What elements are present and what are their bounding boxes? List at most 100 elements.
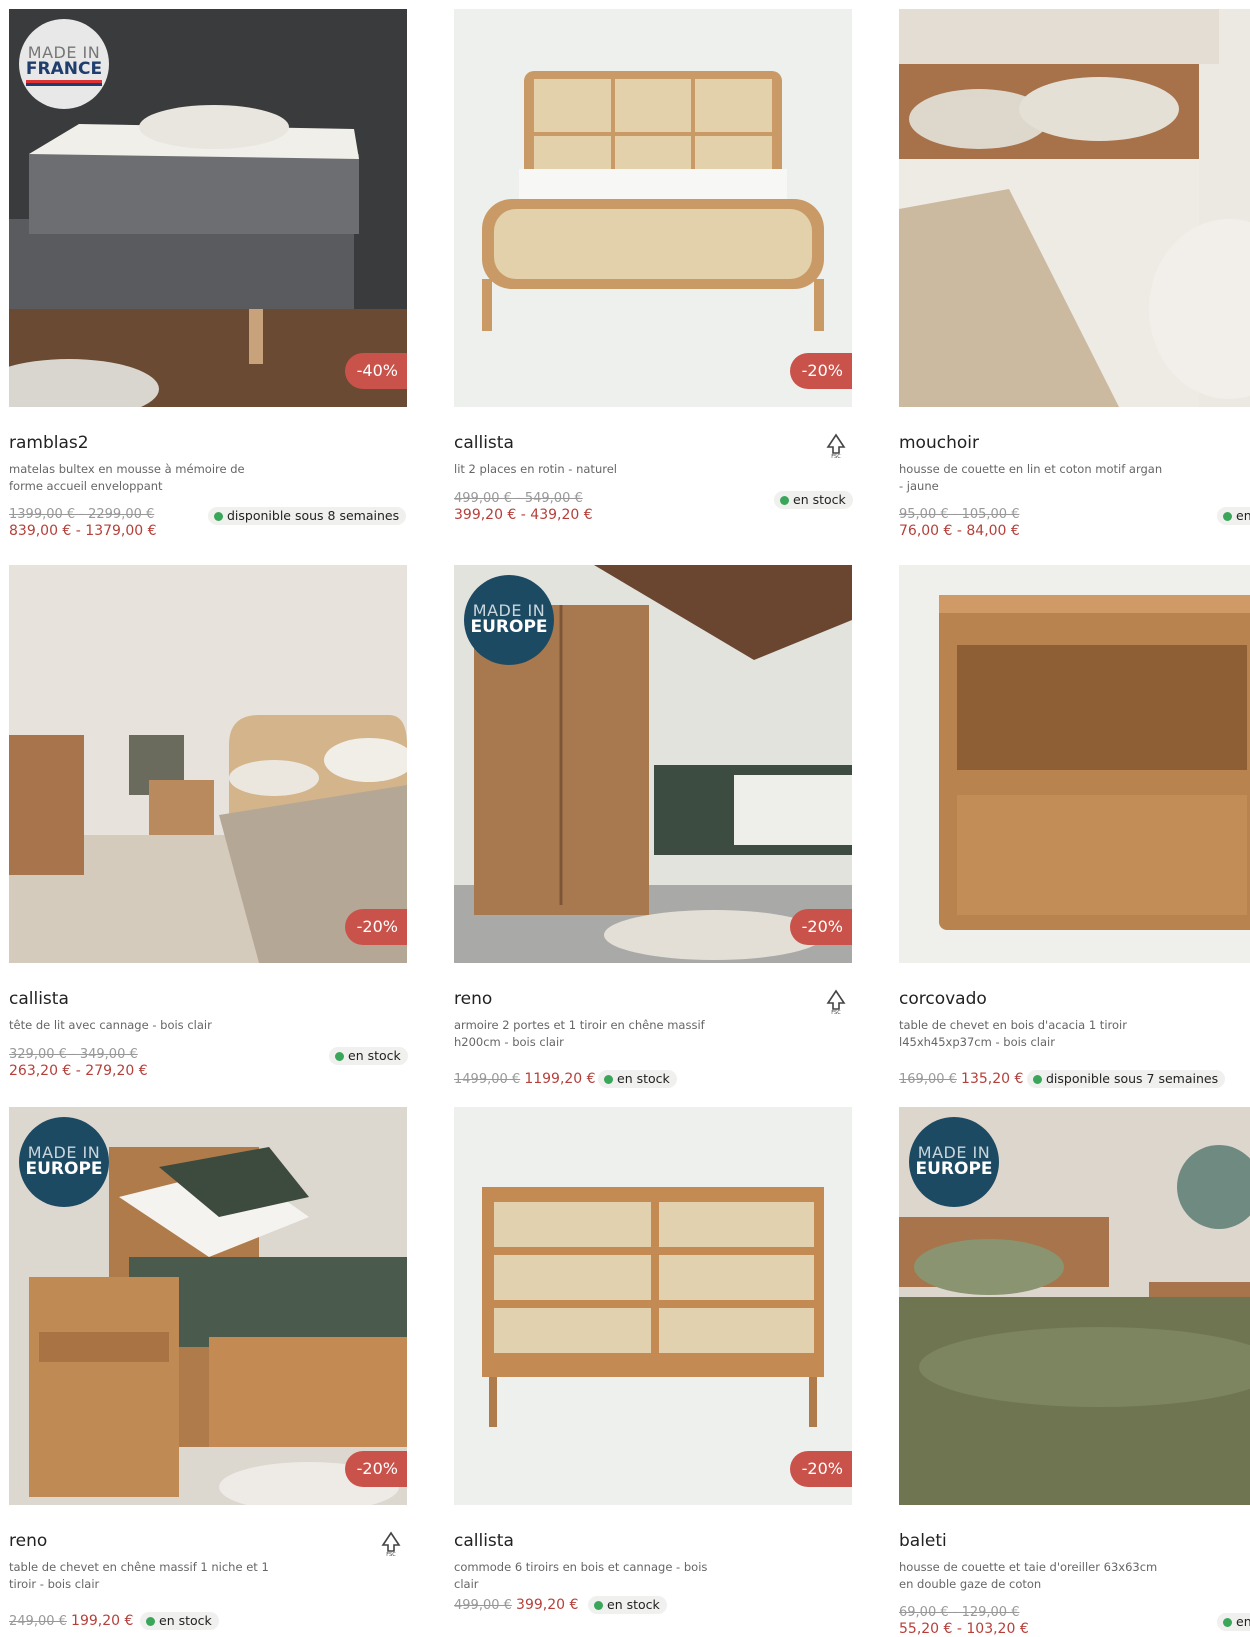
price-block: 69,00 € - 129,00 € 55,20 € - 103,20 € (899, 1605, 1029, 1637)
product-card[interactable]: corcovado table de chevet en bois d'acac… (899, 565, 1250, 1088)
product-name[interactable]: mouchoir (899, 433, 979, 453)
product-description: table de chevet en chêne massif 1 niche … (9, 1560, 269, 1591)
badge-country: EUROPE (915, 1159, 993, 1180)
old-price: 1499,00 € (454, 1072, 521, 1087)
price-block: 499,00 € - 549,00 € 399,20 € - 439,20 € (454, 491, 593, 523)
product-description: commode 6 tiroirs en bois et cannage - b… (454, 1560, 708, 1591)
rattan-bed-photo (454, 9, 852, 407)
made-in-europe-badge: MADE IN EUROPE (909, 1117, 999, 1207)
stock-dot-icon (1033, 1075, 1042, 1084)
badge-country: EUROPE (470, 617, 548, 638)
sale-price: 839,00 € - 1379,00 € (9, 523, 157, 539)
price-block: 329,00 € - 349,00 € 263,20 € - 279,20 € (9, 1047, 148, 1079)
old-price: 169,00 € (899, 1072, 957, 1087)
product-card[interactable]: MADE IN EUROPE baleti housse de couette … (899, 1107, 1250, 1637)
product-image[interactable]: MADE IN EUROPE (899, 1107, 1250, 1505)
price-block: 499,00 € 399,20 € (454, 1597, 578, 1614)
sale-price: 55,20 € - 103,20 € (899, 1621, 1029, 1637)
product-image[interactable] (899, 9, 1250, 407)
product-image[interactable]: -20% (9, 565, 407, 963)
badge-country: FRANCE (25, 61, 103, 84)
price-block: 249,00 € 199,20 € (9, 1613, 133, 1630)
product-name[interactable]: ramblas2 (9, 433, 89, 453)
product-card[interactable]: -20% callista commode 6 tiroirs en bois … (454, 1107, 852, 1614)
badge-country: EUROPE (25, 1159, 103, 1180)
availability-text: disponible sous 8 semaines (227, 508, 400, 523)
product-image[interactable]: MADE IN FRANCE -40% (9, 9, 407, 407)
product-card[interactable]: MADE IN FRANCE -40% ramblas2 matelas bul… (9, 9, 407, 539)
price-block: 1399,00 € - 2299,00 € 839,00 € - 1379,00… (9, 507, 157, 539)
product-card[interactable]: MADE IN EUROPE -20% reno FSC table de ch… (9, 1107, 407, 1630)
availability-text: en (1236, 508, 1250, 523)
availability-text: en stock (159, 1613, 212, 1628)
product-card[interactable]: mouchoir housse de couette en lin et cot… (899, 9, 1250, 539)
headboard-photo (9, 565, 407, 963)
stock-dot-icon (214, 512, 223, 521)
sale-price: 399,20 € - 439,20 € (454, 507, 593, 523)
stock-dot-icon (146, 1617, 155, 1626)
sale-price: 135,20 € (961, 1071, 1024, 1087)
product-name[interactable]: baleti (899, 1531, 947, 1551)
availability-badge: en stock (329, 1047, 408, 1065)
dresser-photo (454, 1107, 852, 1505)
old-price: 69,00 € - 129,00 € (899, 1605, 1020, 1620)
sale-price: 399,20 € (516, 1597, 579, 1613)
svg-text:FSC: FSC (386, 1552, 396, 1557)
availability-text: disponible sous 7 semaines (1046, 1071, 1219, 1086)
old-price: 329,00 € - 349,00 € (9, 1047, 138, 1062)
availability-badge: en stock (598, 1070, 677, 1088)
product-card[interactable]: -20% callista tête de lit avec cannage -… (9, 565, 408, 1079)
price-block: 95,00 € - 105,00 € 76,00 € - 84,00 € (899, 507, 1020, 539)
discount-badge: -40% (344, 353, 407, 389)
sale-price: 263,20 € - 279,20 € (9, 1063, 148, 1079)
stock-dot-icon (594, 1601, 603, 1610)
availability-text: en stock (793, 492, 846, 507)
made-in-europe-badge: MADE IN EUROPE (19, 1117, 109, 1207)
product-description: lit 2 places en rotin - naturel (454, 462, 617, 476)
stock-dot-icon (780, 496, 789, 505)
availability-badge: en stock (588, 1596, 667, 1614)
stock-dot-icon (1223, 512, 1232, 521)
product-description: matelas bultex en mousse à mémoire de fo… (9, 462, 245, 493)
product-name[interactable]: callista (454, 433, 514, 453)
discount-badge: -20% (789, 353, 852, 389)
price-block: 1499,00 € 1199,20 € (454, 1071, 596, 1088)
fsc-icon: FSC (381, 1531, 401, 1557)
old-price: 249,00 € (9, 1614, 67, 1629)
product-name[interactable]: reno (454, 989, 492, 1009)
stock-dot-icon (604, 1075, 613, 1084)
availability-badge: disponible sous 7 semaines (1027, 1070, 1226, 1088)
availability-badge: en stock (140, 1612, 219, 1630)
product-image[interactable]: -20% (454, 9, 852, 407)
discount-badge: -20% (789, 909, 852, 945)
availability-badge: en (1217, 507, 1250, 525)
product-image[interactable]: MADE IN EUROPE -20% (9, 1107, 407, 1505)
product-card[interactable]: MADE IN EUROPE -20% reno FSC armoire 2 p… (454, 565, 852, 1088)
stock-dot-icon (1223, 1618, 1232, 1627)
product-name[interactable]: callista (9, 989, 69, 1009)
product-description: table de chevet en bois d'acacia 1 tiroi… (899, 1018, 1127, 1049)
product-image[interactable]: -20% (454, 1107, 852, 1505)
product-image[interactable]: MADE IN EUROPE -20% (454, 565, 852, 963)
product-name[interactable]: reno (9, 1531, 47, 1551)
product-name[interactable]: callista (454, 1531, 514, 1551)
availability-text: en (1236, 1614, 1250, 1629)
fsc-icon: FSC (826, 989, 846, 1015)
product-description: armoire 2 portes et 1 tiroir en chêne ma… (454, 1018, 705, 1049)
product-name[interactable]: corcovado (899, 989, 987, 1009)
sale-price: 1199,20 € (524, 1071, 596, 1087)
old-price: 499,00 € (454, 1598, 512, 1613)
duvet-cover-photo (899, 9, 1250, 407)
product-card[interactable]: -20% callista FSC lit 2 places en rotin … (454, 9, 853, 523)
svg-text:FSC: FSC (831, 1010, 841, 1015)
made-in-europe-badge: MADE IN EUROPE (464, 575, 554, 665)
availability-badge: disponible sous 8 semaines (208, 507, 407, 525)
product-image[interactable] (899, 565, 1250, 963)
svg-text:FSC: FSC (831, 454, 841, 459)
old-price: 499,00 € - 549,00 € (454, 491, 583, 506)
sale-price: 199,20 € (71, 1613, 134, 1629)
old-price: 95,00 € - 105,00 € (899, 507, 1020, 522)
made-in-france-badge: MADE IN FRANCE (19, 19, 109, 109)
discount-badge: -20% (789, 1451, 852, 1487)
product-description: housse de couette et taie d'oreiller 63x… (899, 1560, 1158, 1591)
